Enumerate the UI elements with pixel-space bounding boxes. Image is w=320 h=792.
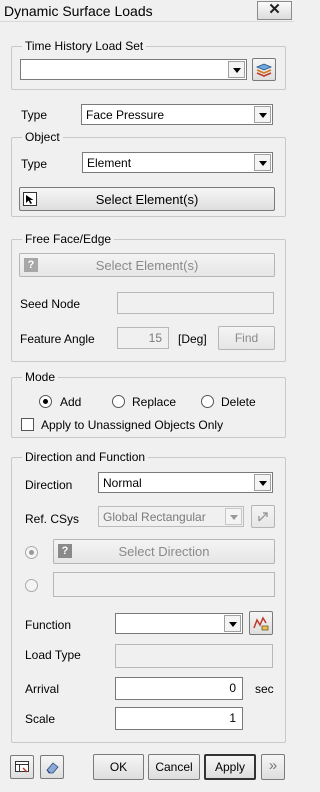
chevron-down-icon[interactable]	[224, 615, 241, 632]
apply-button[interactable]: Apply	[204, 754, 256, 780]
arrival-value: 0	[229, 681, 236, 695]
function-select[interactable]	[115, 613, 243, 634]
direction-value: Normal	[103, 476, 142, 490]
close-button[interactable]: ✕	[257, 1, 292, 20]
eraser-button[interactable]	[40, 755, 64, 779]
chevron-down-icon[interactable]	[254, 474, 271, 491]
mode-add-radio[interactable]	[39, 395, 52, 408]
chevron-down-icon[interactable]	[254, 154, 271, 171]
cancel-button[interactable]: Cancel	[148, 754, 200, 780]
scale-field[interactable]: 1	[115, 707, 243, 730]
select-direction-label: Select Direction	[118, 544, 210, 559]
chevron-down-icon[interactable]	[228, 61, 245, 78]
ok-button[interactable]: OK	[93, 754, 144, 780]
csys-label: Ref. CSys	[25, 512, 80, 526]
function-editor-button[interactable]	[249, 611, 273, 635]
load-type-value: Face Pressure	[86, 108, 165, 122]
feature-angle-unit: [Deg]	[178, 332, 207, 346]
load-type-label: Load Type	[25, 648, 81, 662]
find-button[interactable]: Find	[218, 326, 275, 350]
apply-unassigned-checkbox[interactable]	[21, 418, 34, 431]
object-type-select[interactable]: Element	[82, 152, 273, 173]
eraser-icon	[46, 762, 59, 774]
object-type-value: Element	[87, 156, 132, 170]
axis-icon	[258, 512, 268, 522]
load-set-stack-icon	[255, 63, 273, 77]
scale-value: 1	[229, 711, 236, 725]
load-type-field[interactable]	[115, 644, 273, 668]
preview-button[interactable]	[10, 755, 34, 779]
seed-node-field[interactable]	[117, 292, 274, 314]
mode-delete-radio[interactable]	[201, 395, 214, 408]
direction-legend: Direction and Function	[22, 450, 149, 464]
direction-group	[11, 457, 286, 743]
arrival-field[interactable]: 0	[115, 677, 243, 700]
scale-label: Scale	[25, 712, 56, 726]
function-graph-icon	[253, 616, 269, 631]
chevron-down-icon[interactable]	[254, 106, 271, 123]
select-direction-button[interactable]: ? Select Direction	[53, 539, 275, 564]
feature-angle-value: 15	[148, 331, 162, 345]
csys-axis-button[interactable]	[251, 505, 275, 528]
mode-replace-label: Replace	[132, 395, 177, 409]
free-face-select-button[interactable]: ? Select Element(s)	[19, 253, 275, 277]
mode-delete-label: Delete	[221, 395, 256, 409]
arrival-label: Arrival	[25, 682, 60, 696]
chevron-down-icon[interactable]	[225, 508, 242, 525]
feature-angle-field[interactable]: 15	[117, 327, 169, 349]
mode-legend: Mode	[22, 370, 59, 384]
time-history-legend: Time History Load Set	[22, 39, 147, 53]
time-history-select[interactable]	[20, 59, 247, 80]
select-direction-radio[interactable]	[25, 546, 38, 559]
time-history-add-button[interactable]	[252, 58, 276, 81]
select-elements-button[interactable]: Select Element(s)	[19, 187, 275, 211]
mode-replace-radio[interactable]	[112, 395, 125, 408]
free-face-legend: Free Face/Edge	[22, 232, 115, 246]
expand-more-button[interactable]: »	[261, 754, 285, 780]
type-label: Type	[21, 108, 48, 122]
object-type-label: Type	[21, 157, 48, 171]
select-elements-label: Select Element(s)	[95, 192, 199, 207]
load-type-select[interactable]: Face Pressure	[81, 104, 273, 125]
window-title: Dynamic Surface Loads	[4, 3, 153, 19]
seed-node-label: Seed Node	[20, 297, 81, 311]
csys-select[interactable]: Global Rectangular	[98, 506, 244, 527]
table-preview-icon	[15, 761, 29, 773]
function-label: Function	[25, 618, 72, 632]
arrival-unit: sec	[255, 682, 274, 696]
apply-unassigned-label: Apply to Unassigned Objects Only	[41, 418, 224, 432]
feature-angle-label: Feature Angle	[20, 332, 95, 346]
direction-select[interactable]: Normal	[98, 472, 273, 493]
direction-label: Direction	[25, 478, 73, 492]
csys-value: Global Rectangular	[103, 510, 206, 524]
close-icon: ✕	[268, 1, 281, 18]
vector-radio[interactable]	[25, 579, 38, 592]
direction-vector-field[interactable]	[53, 572, 275, 597]
free-face-select-label: Select Element(s)	[95, 258, 199, 273]
mode-add-label: Add	[60, 395, 82, 409]
object-legend: Object	[22, 130, 63, 144]
